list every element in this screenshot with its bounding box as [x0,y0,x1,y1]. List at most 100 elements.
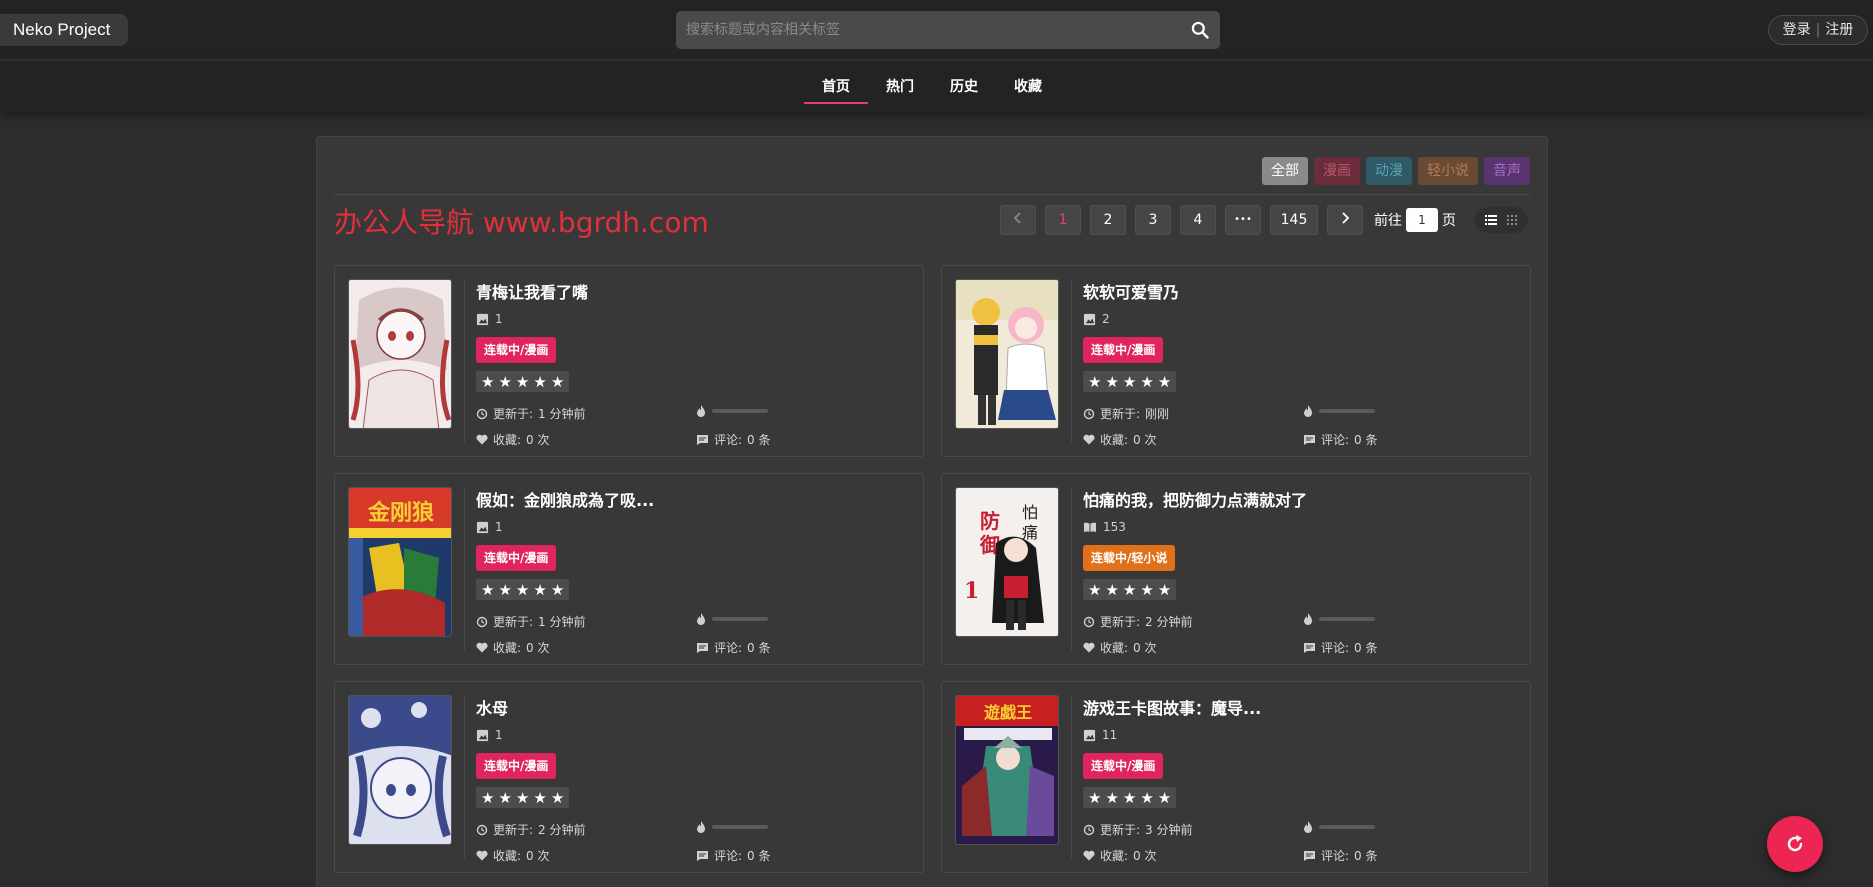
search-input[interactable] [676,11,1166,49]
book-icon [1084,522,1096,532]
refresh-icon [1787,835,1803,852]
updated-value: 3 分钟前 [1145,823,1193,837]
comments-value: 0 条 [747,849,771,863]
filter-light-novel[interactable]: 轻小说 [1418,157,1478,185]
star-icon: ★ [481,372,495,391]
content-panel: 全部 漫画 动漫 轻小说 音声 办公人导航 www.bgrdh.com 1 2 … [316,136,1548,887]
star-rating: ★ ★ ★ ★ ★ [476,371,570,392]
star-icon: ★ [550,788,565,807]
star-icon: ★ [1157,580,1172,599]
page-count-value: 2 [1102,312,1110,326]
favorites-count: 收藏: 0 次 [476,847,550,864]
login-link[interactable]: 登录 [1783,22,1811,38]
heat-bar [712,409,768,413]
comments-value: 0 条 [1354,849,1378,863]
page-ellipsis-button[interactable]: ••• [1225,205,1261,235]
updated-label: 更新于: [1100,407,1141,421]
comments-value: 0 条 [1354,641,1378,655]
page-count-value: 1 [495,520,503,534]
grid-view-icon[interactable] [1507,215,1517,225]
heart-icon [1083,434,1095,445]
filter-anime[interactable]: 动漫 [1366,157,1412,185]
favorites-label: 收藏: [1100,849,1129,863]
work-title[interactable]: 怕痛的我，把防御力点满就对了 [1083,487,1307,511]
work-card[interactable]: 软软可爱雪乃 2 连载中/漫画 ★ ★ ★ ★ ★ 更新于: 刚刚 收藏: 0 次 评论: 0… [941,265,1531,457]
goto-page: 前往 页 [1374,208,1456,232]
star-icon: ★ [515,788,530,807]
cover-image[interactable] [348,695,452,845]
page-button-2[interactable]: 2 [1090,205,1126,235]
list-view-icon[interactable] [1485,215,1497,225]
next-page-button[interactable] [1327,205,1363,235]
site-logo[interactable]: Neko Project [0,14,128,46]
heat-bar [1319,409,1375,413]
chevron-right-icon [1342,212,1350,224]
page-count: 1 [476,728,503,742]
favorites-value: 0 次 [526,849,550,863]
search-icon[interactable] [1190,20,1210,40]
updated-value: 1 分钟前 [538,615,586,629]
work-card[interactable]: 水母 1 连载中/漫画 ★ ★ ★ ★ ★ 更新于: 2 分钟前 收藏: 0 次 评论: 0 … [334,681,924,873]
nav-history[interactable]: 历史 [948,61,980,105]
work-card[interactable]: 防 御 怕 痛 1 怕痛的我，把防御力点满就对了 153 连载中/轻小说 ★ ★ ★… [941,473,1531,665]
page-button-3[interactable]: 3 [1135,205,1171,235]
card-divider [1071,695,1072,858]
cover-image[interactable]: 遊戯王 [955,695,1059,845]
comments-value: 0 条 [747,641,771,655]
goto-page-input[interactable] [1406,208,1438,232]
heat-bar [712,825,768,829]
nav-home[interactable]: 首页 [804,61,868,105]
refresh-button[interactable] [1767,816,1823,872]
register-link[interactable]: 注册 [1825,22,1853,38]
heart-icon [1083,850,1095,861]
filter-audio[interactable]: 音声 [1484,157,1530,185]
svg-text:痛: 痛 [1022,523,1038,542]
filter-all[interactable]: 全部 [1262,157,1308,185]
star-icon: ★ [1140,580,1154,599]
fire-icon [697,821,705,833]
star-icon: ★ [533,580,547,599]
updated-value: 刚刚 [1145,407,1170,421]
star-icon: ★ [1140,788,1154,807]
status-badge: 连载中/漫画 [476,337,557,363]
page-button-4[interactable]: 4 [1180,205,1216,235]
work-title[interactable]: 软软可爱雪乃 [1083,279,1179,303]
comments-count: 评论: 0 条 [696,431,771,448]
cover-image[interactable]: 防 御 怕 痛 1 [955,487,1059,637]
prev-page-button[interactable] [1000,205,1036,235]
updated-value: 1 分钟前 [538,407,586,421]
star-icon: ★ [1088,788,1102,807]
work-title[interactable]: 游戏王卡图故事：魔导... [1083,695,1261,719]
status-badge: 连载中/漫画 [1083,753,1164,779]
nav-favorites[interactable]: 收藏 [1012,61,1044,105]
updated-label: 更新于: [493,823,534,837]
heat-meter [696,405,768,417]
last-page-button[interactable]: 145 [1270,205,1318,235]
star-icon: ★ [1105,580,1119,599]
work-card[interactable]: 青梅让我看了嘴 1 连载中/漫画 ★ ★ ★ ★ ★ 更新于: 1 分钟前 收藏: 0 次 … [334,265,924,457]
comment-icon [697,850,708,861]
star-rating: ★ ★ ★ ★ ★ [476,787,570,808]
card-divider [1071,279,1072,442]
card-divider [464,279,465,442]
filter-manga[interactable]: 漫画 [1314,157,1360,185]
work-title[interactable]: 水母 [476,695,508,719]
cover-image[interactable] [955,279,1059,429]
work-card[interactable]: 金刚狼 假如：金刚狼成為了吸... 1 连载中/漫画 ★ ★ ★ ★ ★ 更新于: 1 分… [334,473,924,665]
comments-count: 评论: 0 条 [1303,639,1378,656]
work-title[interactable]: 青梅让我看了嘴 [476,279,588,303]
heart-icon [476,642,488,653]
work-title[interactable]: 假如：金刚狼成為了吸... [476,487,654,511]
nav-hot[interactable]: 热门 [884,61,916,105]
cover-image[interactable] [348,279,452,429]
comment-icon [697,434,708,445]
comments-label: 评论: [1321,641,1350,655]
heart-icon [476,434,488,445]
page-button-1[interactable]: 1 [1045,205,1081,235]
comment-icon [1304,850,1315,861]
comment-icon [697,642,708,653]
work-card[interactable]: 遊戯王 游戏王卡图故事：魔导... 11 连载中/漫画 ★ ★ ★ ★ ★ 更新于: 3 … [941,681,1531,873]
card-divider [464,487,465,650]
view-toggle [1474,207,1528,233]
cover-image[interactable]: 金刚狼 [348,487,452,637]
